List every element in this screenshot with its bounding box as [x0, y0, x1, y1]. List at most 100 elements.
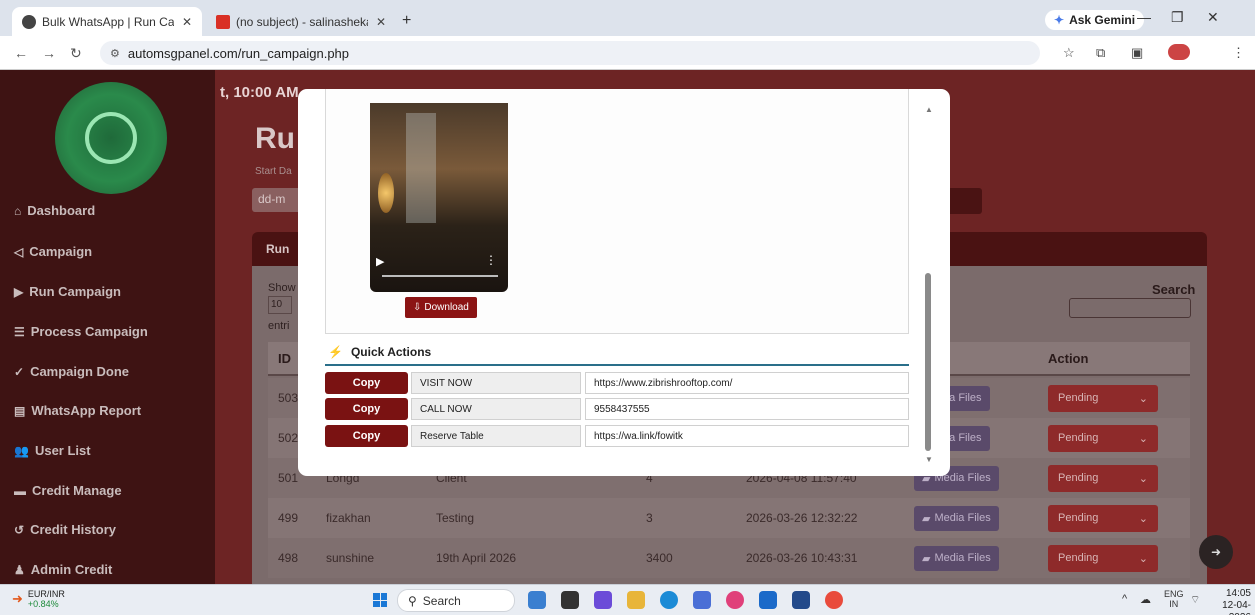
chevron-down-icon: ⌄: [1138, 552, 1148, 565]
tray-chevron-icon[interactable]: ^: [1122, 593, 1127, 605]
scroll-down-icon[interactable]: ▼: [925, 455, 933, 464]
instagram-app-icon[interactable]: [726, 591, 744, 609]
close-tab-icon[interactable]: ✕: [376, 15, 386, 29]
tab-gmail[interactable]: (no subject) - salinashekasan78 ✕: [206, 7, 396, 36]
sidebar-item-credit-history[interactable]: ↺ Credit History: [14, 522, 116, 537]
copy-button[interactable]: Copy: [325, 372, 408, 394]
scroll-up-icon[interactable]: ▲: [925, 105, 933, 114]
wifi-icon[interactable]: ⌔: [1190, 593, 1200, 607]
edge-browser-icon[interactable]: [660, 591, 678, 609]
scrollbar-thumb[interactable]: [925, 273, 931, 451]
status-dropdown[interactable]: Pending ⌄: [1048, 544, 1158, 572]
minimize-icon[interactable]: —: [1137, 9, 1151, 25]
logout-floating-button[interactable]: ➜: [1199, 535, 1233, 569]
browser-tab-bar: Bulk WhatsApp | Run Campaign ✕ (no subje…: [0, 0, 1255, 36]
sidebar-item-admin-credit[interactable]: ♟ Admin Credit: [14, 562, 112, 577]
teams-app-icon[interactable]: [693, 591, 711, 609]
file-explorer-icon[interactable]: [627, 591, 645, 609]
sidebar-item-campaign[interactable]: ◁ Campaign: [14, 244, 92, 259]
gemini-sparkle-icon: ✦: [1054, 13, 1065, 27]
whatsapp-favicon-icon: [22, 14, 36, 29]
system-clock[interactable]: 14:05 12-04-2026: [1205, 588, 1251, 615]
campaign-media-modal: ▶ ⋮ ⇩ Download ⚡ Quick Actions Copy VISI…: [298, 89, 950, 476]
windows-start-icon[interactable]: [373, 593, 387, 607]
profile-avatar-icon[interactable]: [1168, 44, 1190, 60]
sidebar-item-credit-manage[interactable]: ▬ Credit Manage: [14, 483, 122, 498]
ask-gemini-button[interactable]: ✦ Ask Gemini: [1045, 10, 1145, 30]
forward-icon[interactable]: →: [42, 45, 56, 61]
quick-action-label: Reserve Table: [411, 425, 581, 447]
restore-icon[interactable]: ❐: [1171, 9, 1184, 26]
task-view-icon[interactable]: [561, 591, 579, 609]
entries-select[interactable]: 10: [268, 296, 292, 314]
chevron-down-icon: ⌄: [1138, 512, 1148, 525]
sidebar-item-whatsapp-report[interactable]: ▤ WhatsApp Report: [14, 403, 141, 418]
media-files-button[interactable]: ▰ Media Files: [914, 545, 999, 571]
tab-run-campaign[interactable]: Bulk WhatsApp | Run Campaign ✕: [12, 7, 202, 36]
widget-name: EUR/INR: [27, 589, 65, 599]
folder-icon: ▰: [922, 512, 931, 525]
download-icon: ⇩: [413, 302, 422, 313]
copilot-app-icon[interactable]: [528, 591, 546, 609]
entries-label: entri: [268, 320, 290, 332]
language-indicator[interactable]: ENG IN: [1164, 589, 1184, 609]
chevron-down-icon: ⌄: [1138, 432, 1148, 445]
sidebar-item-campaign-done[interactable]: ✓ Campaign Done: [14, 364, 129, 379]
users-icon: 👥: [14, 443, 29, 458]
address-bar[interactable]: ⚙ automsgpanel.com/run_campaign.php: [100, 41, 1040, 65]
menu-kebab-icon[interactable]: ⋮: [1232, 45, 1245, 61]
sidebar-item-dashboard[interactable]: ⌂ Dashboard: [14, 203, 95, 218]
reading-list-icon[interactable]: ▣: [1131, 45, 1143, 61]
table-row: 498 sunshine 19th April 2026 3400 2026-0…: [268, 538, 1190, 578]
modal-scrollbar[interactable]: ▲ ▼: [922, 97, 942, 467]
quick-action-value[interactable]: https://wa.link/fowitk: [585, 425, 909, 447]
new-tab-button[interactable]: +: [402, 12, 411, 30]
sidebar: ⌂ Dashboard ◁ Campaign ▶ Run Campaign ☰ Proc…: [0, 70, 215, 584]
show-entries-label: Show: [268, 282, 296, 294]
bookmark-star-icon[interactable]: ☆: [1063, 45, 1075, 61]
announcement-marquee: t, 10:00 AM: [220, 84, 299, 101]
quick-action-value[interactable]: 9558437555: [585, 398, 909, 420]
download-button[interactable]: ⇩ Download: [405, 297, 477, 318]
play-icon[interactable]: ▶: [376, 255, 384, 268]
extensions-icon[interactable]: ⧉: [1096, 45, 1105, 61]
status-dropdown[interactable]: Pending ⌄: [1048, 424, 1158, 452]
outlook-app-icon[interactable]: [759, 591, 777, 609]
sidebar-item-user-list[interactable]: 👥 User List: [14, 443, 91, 458]
back-icon[interactable]: ←: [14, 45, 28, 61]
chevron-down-icon: ⌄: [1138, 392, 1148, 405]
sidebar-item-run-campaign[interactable]: ▶ Run Campaign: [14, 284, 121, 299]
widgets-app-icon[interactable]: [594, 591, 612, 609]
chrome-app-icon[interactable]: [825, 591, 843, 609]
sidebar-item-process-campaign[interactable]: ☰ Process Campaign: [14, 324, 148, 339]
site-info-icon[interactable]: ⚙: [110, 47, 120, 60]
quick-action-value[interactable]: https://www.zibrishrooftop.com/: [585, 372, 909, 394]
media-files-button[interactable]: ▰ Media Files: [914, 505, 999, 531]
quick-actions-heading: ⚡ Quick Actions: [328, 345, 432, 359]
search-input[interactable]: [1069, 298, 1191, 318]
start-date-input[interactable]: dd-m: [252, 188, 302, 212]
tab-title: Bulk WhatsApp | Run Campaign: [42, 14, 174, 29]
copy-button[interactable]: Copy: [325, 398, 408, 420]
onedrive-icon[interactable]: ☁: [1140, 593, 1151, 606]
video-progress-bar[interactable]: [382, 275, 498, 277]
status-dropdown[interactable]: Pending ⌄: [1048, 384, 1158, 412]
store-app-icon[interactable]: [792, 591, 810, 609]
search-icon: ⚲: [408, 593, 417, 608]
quick-action-row: Copy VISIT NOW https://www.zibrishroofto…: [325, 372, 909, 394]
home-icon: ⌂: [14, 203, 22, 218]
copy-button[interactable]: Copy: [325, 425, 408, 447]
header-action: Action: [1048, 350, 1089, 366]
close-tab-icon[interactable]: ✕: [182, 15, 192, 29]
reload-icon[interactable]: ↻: [70, 45, 82, 62]
video-options-icon[interactable]: ⋮: [485, 253, 497, 267]
status-dropdown[interactable]: Pending ⌄: [1048, 464, 1158, 492]
video-player[interactable]: ▶ ⋮: [370, 103, 508, 292]
taskbar-search[interactable]: ⚲ Search: [397, 589, 515, 612]
play-circle-icon: ▶: [14, 284, 24, 299]
currency-widget[interactable]: ➜ EUR/INR +0.84%: [12, 589, 65, 609]
logout-icon: ➜: [1210, 545, 1222, 559]
credit-card-icon: ▬: [14, 483, 26, 498]
status-dropdown[interactable]: Pending ⌄: [1048, 504, 1158, 532]
close-window-icon[interactable]: ✕: [1207, 9, 1219, 26]
